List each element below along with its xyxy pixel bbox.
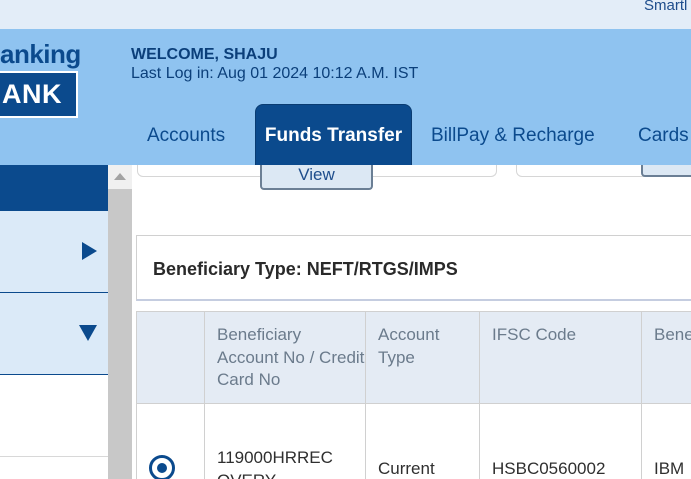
tab-billpay-recharge[interactable]: BillPay & Recharge xyxy=(431,125,595,147)
column-header-select xyxy=(137,312,205,403)
chevron-right-icon xyxy=(82,242,97,260)
site-header: anking ANK WELCOME, SHAJU Last Log in: A… xyxy=(0,29,691,166)
bank-logo-label: ANK xyxy=(2,79,62,109)
welcome-text: WELCOME, SHAJU xyxy=(131,46,278,63)
smart-link[interactable]: Smartl xyxy=(644,0,687,14)
column-header-account-no: Beneficiary Account No / Credit Card No xyxy=(205,312,366,403)
scroll-up-arrow-icon[interactable] xyxy=(108,165,132,189)
sidebar-item-active[interactable] xyxy=(0,165,108,211)
last-login-text: Last Log in: Aug 01 2024 10:12 A.M. IST xyxy=(131,65,419,82)
sidebar-item-2[interactable] xyxy=(0,293,108,375)
bank-logo[interactable]: ANK xyxy=(0,71,78,118)
vertical-scrollbar[interactable] xyxy=(108,165,132,479)
sidebar xyxy=(0,165,108,479)
chevron-down-icon xyxy=(79,325,97,341)
ifsc-cell: HSBC0560002 xyxy=(480,404,642,479)
beneficiary-type-panel: Beneficiary Type: NEFT/RTGS/IMPS xyxy=(136,235,691,301)
tab-funds-transfer[interactable]: Funds Transfer xyxy=(255,104,412,166)
column-header-ifsc: IFSC Code xyxy=(480,312,642,403)
row-select-cell xyxy=(137,404,205,479)
top-utility-bar: Smartl xyxy=(0,0,691,29)
main-content: View Beneficiary Type: NEFT/RTGS/IMPS Be… xyxy=(132,165,691,479)
tab-funds-transfer-label: Funds Transfer xyxy=(264,125,403,146)
view-button-label: View xyxy=(298,165,335,184)
secondary-button[interactable] xyxy=(641,165,691,177)
beneficiary-type-heading: Beneficiary Type: NEFT/RTGS/IMPS xyxy=(153,259,458,279)
bank-logo-text: anking xyxy=(0,39,81,69)
radio-selected-icon[interactable] xyxy=(149,455,175,479)
table-row[interactable]: 119000HRREC OVERY Current HSBC0560002 IB… xyxy=(136,404,691,479)
account-type-cell: Current xyxy=(366,404,480,479)
sidebar-item-3[interactable] xyxy=(0,375,108,457)
tab-cards[interactable]: Cards xyxy=(638,125,689,147)
column-header-account-type: Account Type xyxy=(366,312,480,403)
table-header: Beneficiary Account No / Credit Card No … xyxy=(136,311,691,404)
beneficiary-cell: IBM xyxy=(654,459,685,478)
column-header-beneficiary: Bene xyxy=(654,325,691,344)
sidebar-item-1[interactable] xyxy=(0,211,108,293)
account-no-cell: 119000HRREC OVERY xyxy=(205,404,366,479)
view-button[interactable]: View xyxy=(260,165,373,190)
tab-accounts[interactable]: Accounts xyxy=(147,125,225,147)
